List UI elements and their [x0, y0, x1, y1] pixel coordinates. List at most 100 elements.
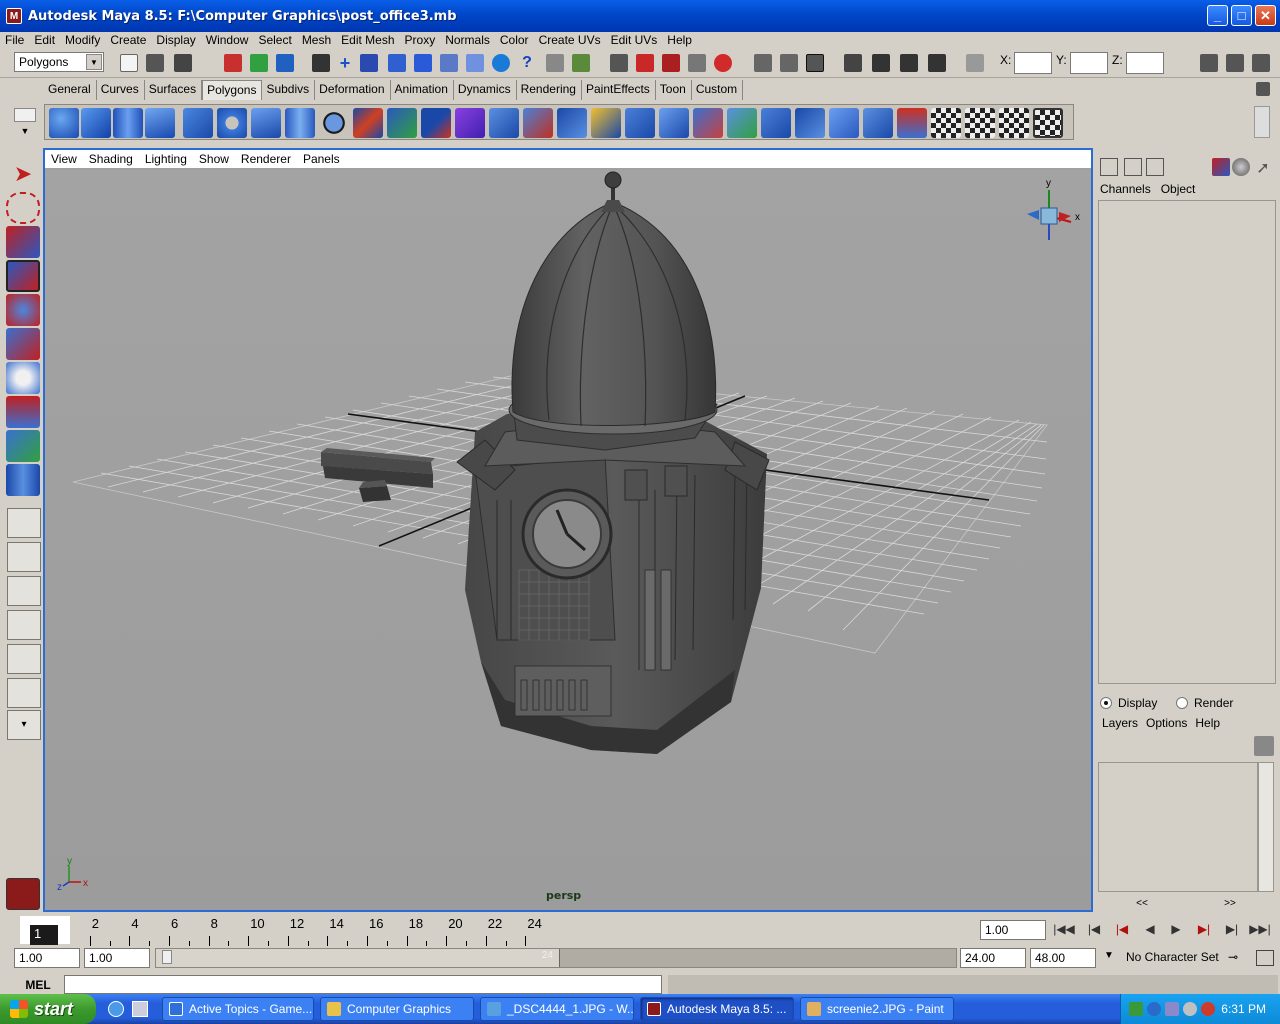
- perspective-viewport[interactable]: y x y x z: [43, 148, 1093, 912]
- render-frame-icon[interactable]: [872, 54, 890, 72]
- select-rendering-icon[interactable]: [492, 54, 510, 72]
- current-frame-marker[interactable]: 1: [20, 916, 70, 945]
- menu-edit[interactable]: Edit: [29, 33, 60, 47]
- shelf-tab-subdivs[interactable]: Subdivs: [262, 80, 316, 100]
- tray-icon-5[interactable]: [1201, 1002, 1215, 1016]
- extrude-icon[interactable]: [489, 108, 519, 138]
- step-forward-frame-icon[interactable]: ▶|: [1192, 918, 1216, 940]
- hypershade-persp-layout-icon[interactable]: [7, 644, 41, 674]
- layer-scroll[interactable]: << >>: [1098, 898, 1274, 910]
- animation-preferences-icon[interactable]: [1256, 950, 1274, 966]
- single-perspective-layout-icon[interactable]: [7, 508, 41, 538]
- arrow-icon[interactable]: ➚: [1254, 158, 1272, 177]
- select-tool-icon[interactable]: ➤: [6, 158, 40, 190]
- separate-icon[interactable]: [387, 108, 417, 138]
- cylindrical-mapping-icon[interactable]: [931, 108, 961, 138]
- attribute-editor-layout-icon[interactable]: [1124, 158, 1142, 176]
- render-globals-icon[interactable]: [928, 54, 946, 72]
- panel-menu-view[interactable]: View: [45, 152, 83, 166]
- menu-select[interactable]: Select: [253, 33, 296, 47]
- menu-mesh[interactable]: Mesh: [297, 33, 336, 47]
- tray-icon-3[interactable]: [1165, 1002, 1179, 1016]
- shelf-tab-animation[interactable]: Animation: [391, 80, 454, 100]
- shelf-tab-custom[interactable]: Custom: [692, 80, 744, 100]
- step-forward-key-icon[interactable]: ▶|: [1220, 918, 1244, 940]
- time-slider[interactable]: 1 2 4 6 8 10 12 14 16 18 20 22 24: [10, 914, 970, 946]
- persp-outliner-layout-icon[interactable]: [7, 576, 41, 606]
- quadrangulate-icon[interactable]: [863, 108, 893, 138]
- rotate-tool-icon[interactable]: [6, 294, 40, 326]
- character-set-dropdown-icon[interactable]: ▼: [1100, 950, 1118, 966]
- combine-icon[interactable]: [353, 108, 383, 138]
- clock[interactable]: 6:31 PM: [1221, 1002, 1266, 1016]
- desktop-quicklaunch-icon[interactable]: [132, 1001, 148, 1017]
- render-radio-button[interactable]: [1176, 697, 1188, 709]
- scroll-right-button[interactable]: >>: [1224, 898, 1236, 910]
- render-radio[interactable]: Render: [1176, 696, 1233, 710]
- last-tool-used-icon[interactable]: [6, 464, 40, 496]
- range-slider[interactable]: 24: [155, 948, 957, 968]
- tray-icon-1[interactable]: [1129, 1002, 1143, 1016]
- range-slider-handle[interactable]: 24: [156, 949, 560, 967]
- taskbar-item-maya[interactable]: Autodesk Maya 8.5: ...: [640, 997, 794, 1021]
- panel-menu-shading[interactable]: Shading: [83, 152, 139, 166]
- tray-icon-4[interactable]: [1183, 1002, 1197, 1016]
- menu-file[interactable]: File: [0, 33, 29, 47]
- show-manipulator-icon[interactable]: [6, 430, 40, 462]
- mel-label[interactable]: MEL: [14, 976, 62, 994]
- maximize-button[interactable]: □: [1231, 5, 1252, 26]
- poly-cone-icon[interactable]: [145, 108, 175, 138]
- start-button[interactable]: start: [0, 994, 96, 1024]
- shelf-tab-polygons[interactable]: Polygons: [202, 80, 263, 100]
- move-tool-icon[interactable]: [6, 260, 40, 292]
- character-set-field[interactable]: No Character Set: [1122, 948, 1222, 968]
- delete-edge-icon[interactable]: [795, 108, 825, 138]
- append-polygon-icon[interactable]: [591, 108, 621, 138]
- layer-menu-options[interactable]: Options: [1146, 716, 1187, 730]
- object-tab[interactable]: Object: [1161, 182, 1196, 196]
- select-dynamics-icon[interactable]: [466, 54, 484, 72]
- auto-key-icon[interactable]: ⊸: [1228, 950, 1250, 966]
- poly-torus-icon[interactable]: [217, 108, 247, 138]
- lasso-tool-icon[interactable]: [6, 192, 40, 224]
- select-curves-icon[interactable]: [388, 54, 406, 72]
- smooth-icon[interactable]: [455, 108, 485, 138]
- automatic-mapping-icon[interactable]: [999, 108, 1029, 138]
- play-forwards-icon[interactable]: ▶: [1164, 918, 1188, 940]
- poly-pipe-icon[interactable]: [285, 108, 315, 138]
- merge-vertices-icon[interactable]: [761, 108, 791, 138]
- minimize-button[interactable]: _: [1207, 5, 1228, 26]
- select-object-icon[interactable]: [250, 54, 268, 72]
- shelf-tab-painteffects[interactable]: PaintEffects: [582, 80, 656, 100]
- select-surfaces-icon[interactable]: [414, 54, 432, 72]
- panel-menu-lighting[interactable]: Lighting: [139, 152, 193, 166]
- layer-menu-layers[interactable]: Layers: [1102, 716, 1138, 730]
- shelf-tab-toon[interactable]: Toon: [656, 80, 692, 100]
- insert-edge-loop-icon[interactable]: [659, 108, 689, 138]
- menu-color[interactable]: Color: [495, 33, 534, 47]
- channel-box-layout-icon[interactable]: [1100, 158, 1118, 176]
- poly-sphere-icon[interactable]: [49, 108, 79, 138]
- construction-history-icon[interactable]: [806, 54, 824, 72]
- go-to-start-icon[interactable]: |◀◀: [1052, 918, 1076, 940]
- shelf-tab-dynamics[interactable]: Dynamics: [454, 80, 517, 100]
- taskbar-item-dsc4444[interactable]: _DSC4444_1.JPG - W...: [480, 997, 634, 1021]
- poly-soccer-ball-icon[interactable]: [319, 108, 349, 138]
- spherical-mapping-icon[interactable]: [965, 108, 995, 138]
- shelf-tab-curves[interactable]: Curves: [97, 80, 145, 100]
- snap-icon[interactable]: [1212, 158, 1230, 176]
- input-line-menu-icon[interactable]: [966, 54, 984, 72]
- menu-edit-mesh[interactable]: Edit Mesh: [336, 33, 399, 47]
- close-button[interactable]: ✕: [1255, 5, 1276, 26]
- shelf-tab-general[interactable]: General: [44, 80, 97, 100]
- select-misc-icon[interactable]: ?: [518, 54, 536, 72]
- sphere-toggle-icon[interactable]: [1232, 158, 1250, 176]
- persp-graph-layout-icon[interactable]: [7, 610, 41, 640]
- channels-tab[interactable]: Channels: [1100, 182, 1151, 196]
- select-deformations-icon[interactable]: [440, 54, 458, 72]
- universal-manipulator-icon[interactable]: [6, 362, 40, 394]
- lock-selection-icon[interactable]: [546, 54, 564, 72]
- step-back-key-icon[interactable]: |◀: [1082, 918, 1106, 940]
- play-backwards-icon[interactable]: ◀: [1138, 918, 1162, 940]
- show-channel-box-icon[interactable]: [1252, 54, 1270, 72]
